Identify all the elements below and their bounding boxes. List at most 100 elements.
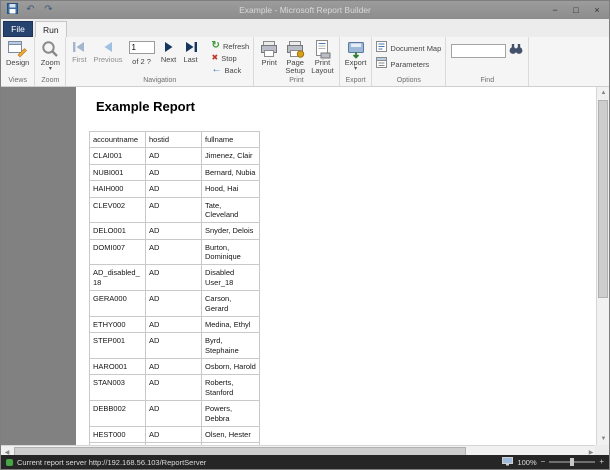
document-map-label: Document Map xyxy=(390,43,442,53)
table-cell: DEBB002 xyxy=(89,400,146,427)
table-cell: Carson, Gerard xyxy=(201,290,260,317)
table-cell: HEST000 xyxy=(89,425,146,444)
vertical-scrollbar-thumb[interactable] xyxy=(598,100,608,298)
document-map-button[interactable]: Document Map xyxy=(374,41,443,54)
table-cell: AD xyxy=(145,425,202,444)
report-page: Example Report accountname hostid fullname… xyxy=(76,87,597,445)
page-setup-label: Page Setup xyxy=(285,58,305,76)
maximize-button[interactable]: □ xyxy=(570,5,582,15)
table-cell: CLEV002 xyxy=(89,196,146,224)
table-row: STAN003 AD Roberts, Stanford xyxy=(89,374,260,402)
refresh-icon: ↻ xyxy=(211,40,220,51)
table-cell: Jimenez, Clair xyxy=(201,147,260,165)
report-table-header-row: accountname hostid fullname xyxy=(89,130,260,149)
table-cell: AD xyxy=(145,264,202,292)
print-layout-label: Print Layout xyxy=(311,58,334,76)
table-row: HARO001 AD Osborn, Harold xyxy=(89,357,260,376)
statusbar: Current report server http://192.168.56.… xyxy=(1,455,609,469)
page-setup-icon xyxy=(285,38,305,59)
zoom-slider-thumb[interactable] xyxy=(570,458,575,466)
table-cell: Disabled User_18 xyxy=(201,264,260,292)
vertical-scrollbar[interactable]: ▲ ▼ xyxy=(596,87,609,445)
zoom-slider[interactable] xyxy=(549,458,596,466)
close-button[interactable]: × xyxy=(591,5,603,15)
current-page-input[interactable] xyxy=(128,41,155,54)
design-button[interactable]: Design xyxy=(3,38,32,67)
design-button-label: Design xyxy=(6,58,30,67)
zoom-dropdown-icon: ▾ xyxy=(48,66,52,73)
table-cell: STEP001 xyxy=(89,332,146,359)
table-cell: HAIH000 xyxy=(89,180,146,198)
table-cell: Burton, Dominique xyxy=(201,238,260,266)
table-cell: Hood, Hai xyxy=(201,180,260,198)
quick-access-toolbar: ↶ ↷ xyxy=(6,1,55,19)
table-cell: AD xyxy=(145,196,202,224)
table-cell: AD xyxy=(145,400,202,427)
export-icon xyxy=(346,38,366,59)
back-button[interactable]: ← Back xyxy=(210,64,252,76)
group-label-views: Views xyxy=(8,77,27,84)
table-row: HAIH000 AD Hood, Hai xyxy=(89,180,260,198)
zoom-icon xyxy=(40,38,60,59)
save-button[interactable] xyxy=(6,1,19,19)
find-input[interactable] xyxy=(451,44,507,58)
group-label-zoom: Zoom xyxy=(41,77,60,84)
table-row: STEP001 AD Byrd, Stephaine xyxy=(89,332,260,359)
zoom-in-button[interactable]: + xyxy=(599,458,604,466)
find-button[interactable] xyxy=(509,42,523,60)
page-count-label: of 2 ? xyxy=(132,57,151,66)
save-icon xyxy=(7,1,18,19)
table-cell: AD xyxy=(145,374,202,402)
tab-run[interactable]: Run xyxy=(35,21,67,37)
scroll-down-icon[interactable]: ▼ xyxy=(597,433,609,445)
window-controls: − □ × xyxy=(549,1,603,19)
table-row: GERA000 AD Carson, Gerard xyxy=(89,290,260,317)
ribbon-group-find: Find xyxy=(446,37,530,86)
minimize-button[interactable]: − xyxy=(549,5,561,15)
titlebar: ↶ ↷ Example - Microsoft Report Builder −… xyxy=(1,1,609,19)
refresh-button[interactable]: ↻ Refresh xyxy=(210,40,252,52)
next-page-button[interactable]: Next xyxy=(158,38,180,64)
ribbon-group-views: Design Views xyxy=(1,37,36,86)
previous-page-button[interactable]: Previous xyxy=(90,38,125,64)
ribbon: Design Views Zoom ▾ Zoom First Previous … xyxy=(1,37,609,87)
table-row: NUBI001 AD Bernard, Nubia xyxy=(89,163,260,182)
tab-file[interactable]: File xyxy=(3,21,33,37)
table-row: DOMI007 AD Burton, Dominique xyxy=(89,238,260,266)
ribbon-group-zoom: Zoom ▾ Zoom xyxy=(35,37,67,86)
page-setup-button[interactable]: Page Setup xyxy=(282,38,308,76)
table-cell: AD xyxy=(145,238,202,266)
back-label: Back xyxy=(224,65,242,75)
zoom-button[interactable]: Zoom ▾ xyxy=(37,38,63,72)
export-button[interactable]: Export ▾ xyxy=(342,38,370,72)
parameters-button[interactable]: Parameters xyxy=(374,57,443,70)
zoom-controls: 100% − + xyxy=(502,456,604,468)
redo-button[interactable]: ↷ xyxy=(42,4,55,17)
zoom-out-button[interactable]: − xyxy=(541,458,546,466)
table-cell: Medina, Ethyl xyxy=(201,315,260,334)
column-header: hostid xyxy=(145,130,202,149)
previous-page-icon xyxy=(100,38,116,56)
last-page-button[interactable]: Last xyxy=(180,38,202,64)
table-cell: Olsen, Hester xyxy=(201,425,260,444)
table-cell: Bernard, Nubia xyxy=(201,163,260,182)
print-layout-button[interactable]: Print Layout xyxy=(308,38,337,76)
table-cell: AD xyxy=(145,180,202,198)
next-page-icon xyxy=(161,38,177,56)
scroll-up-icon[interactable]: ▲ xyxy=(597,87,609,99)
report-title: Example Report xyxy=(96,99,195,114)
print-button[interactable]: Print xyxy=(256,38,282,67)
stop-label: Stop xyxy=(221,53,237,63)
undo-button[interactable]: ↶ xyxy=(24,4,37,17)
table-row: AD_disabled_18 AD Disabled User_18 xyxy=(89,264,260,292)
table-cell: CLAI001 xyxy=(89,147,146,165)
redo-icon: ↷ xyxy=(44,4,53,15)
table-cell: NUBI001 xyxy=(89,163,146,182)
next-page-label: Next xyxy=(160,55,177,64)
table-row: ETHY000 AD Medina, Ethyl xyxy=(89,315,260,334)
stop-button[interactable]: ✖ Stop xyxy=(210,52,252,64)
print-button-label: Print xyxy=(261,58,277,67)
ribbon-tab-row: File Run xyxy=(1,19,609,37)
first-page-button[interactable]: First xyxy=(68,38,90,64)
group-label-find: Find xyxy=(480,77,495,84)
